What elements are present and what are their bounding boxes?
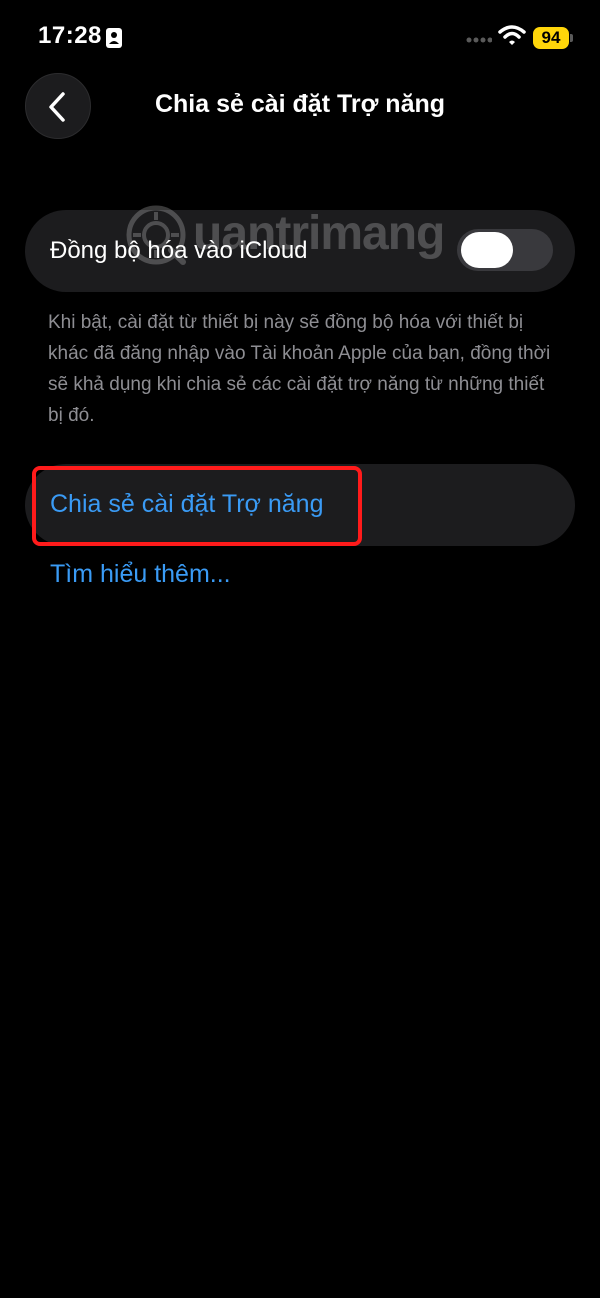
icloud-sync-description: Khi bật, cài đặt từ thiết bị này sẽ đồng… [48,312,551,426]
learn-more-link[interactable]: Tìm hiểu thêm... [50,560,231,589]
battery-tip [570,34,573,42]
highlight-annotation [32,466,362,546]
wifi-icon [498,25,526,45]
watermark: uantrimang [125,196,475,276]
status-time: 17:28 [38,22,102,49]
focus-person-icon [106,28,122,48]
back-button[interactable] [25,73,91,139]
signal-dots-icon [466,37,492,43]
battery-level: 94 [541,28,561,47]
watermark-logo-icon [126,205,186,265]
page-title: Chia sẻ cài đặt Trợ năng [154,90,446,118]
battery-icon: 94 [533,27,569,49]
watermark-text: uantrimang [193,207,445,260]
status-bar: 17:28 94 [0,0,600,70]
chevron-left-icon [49,92,65,122]
